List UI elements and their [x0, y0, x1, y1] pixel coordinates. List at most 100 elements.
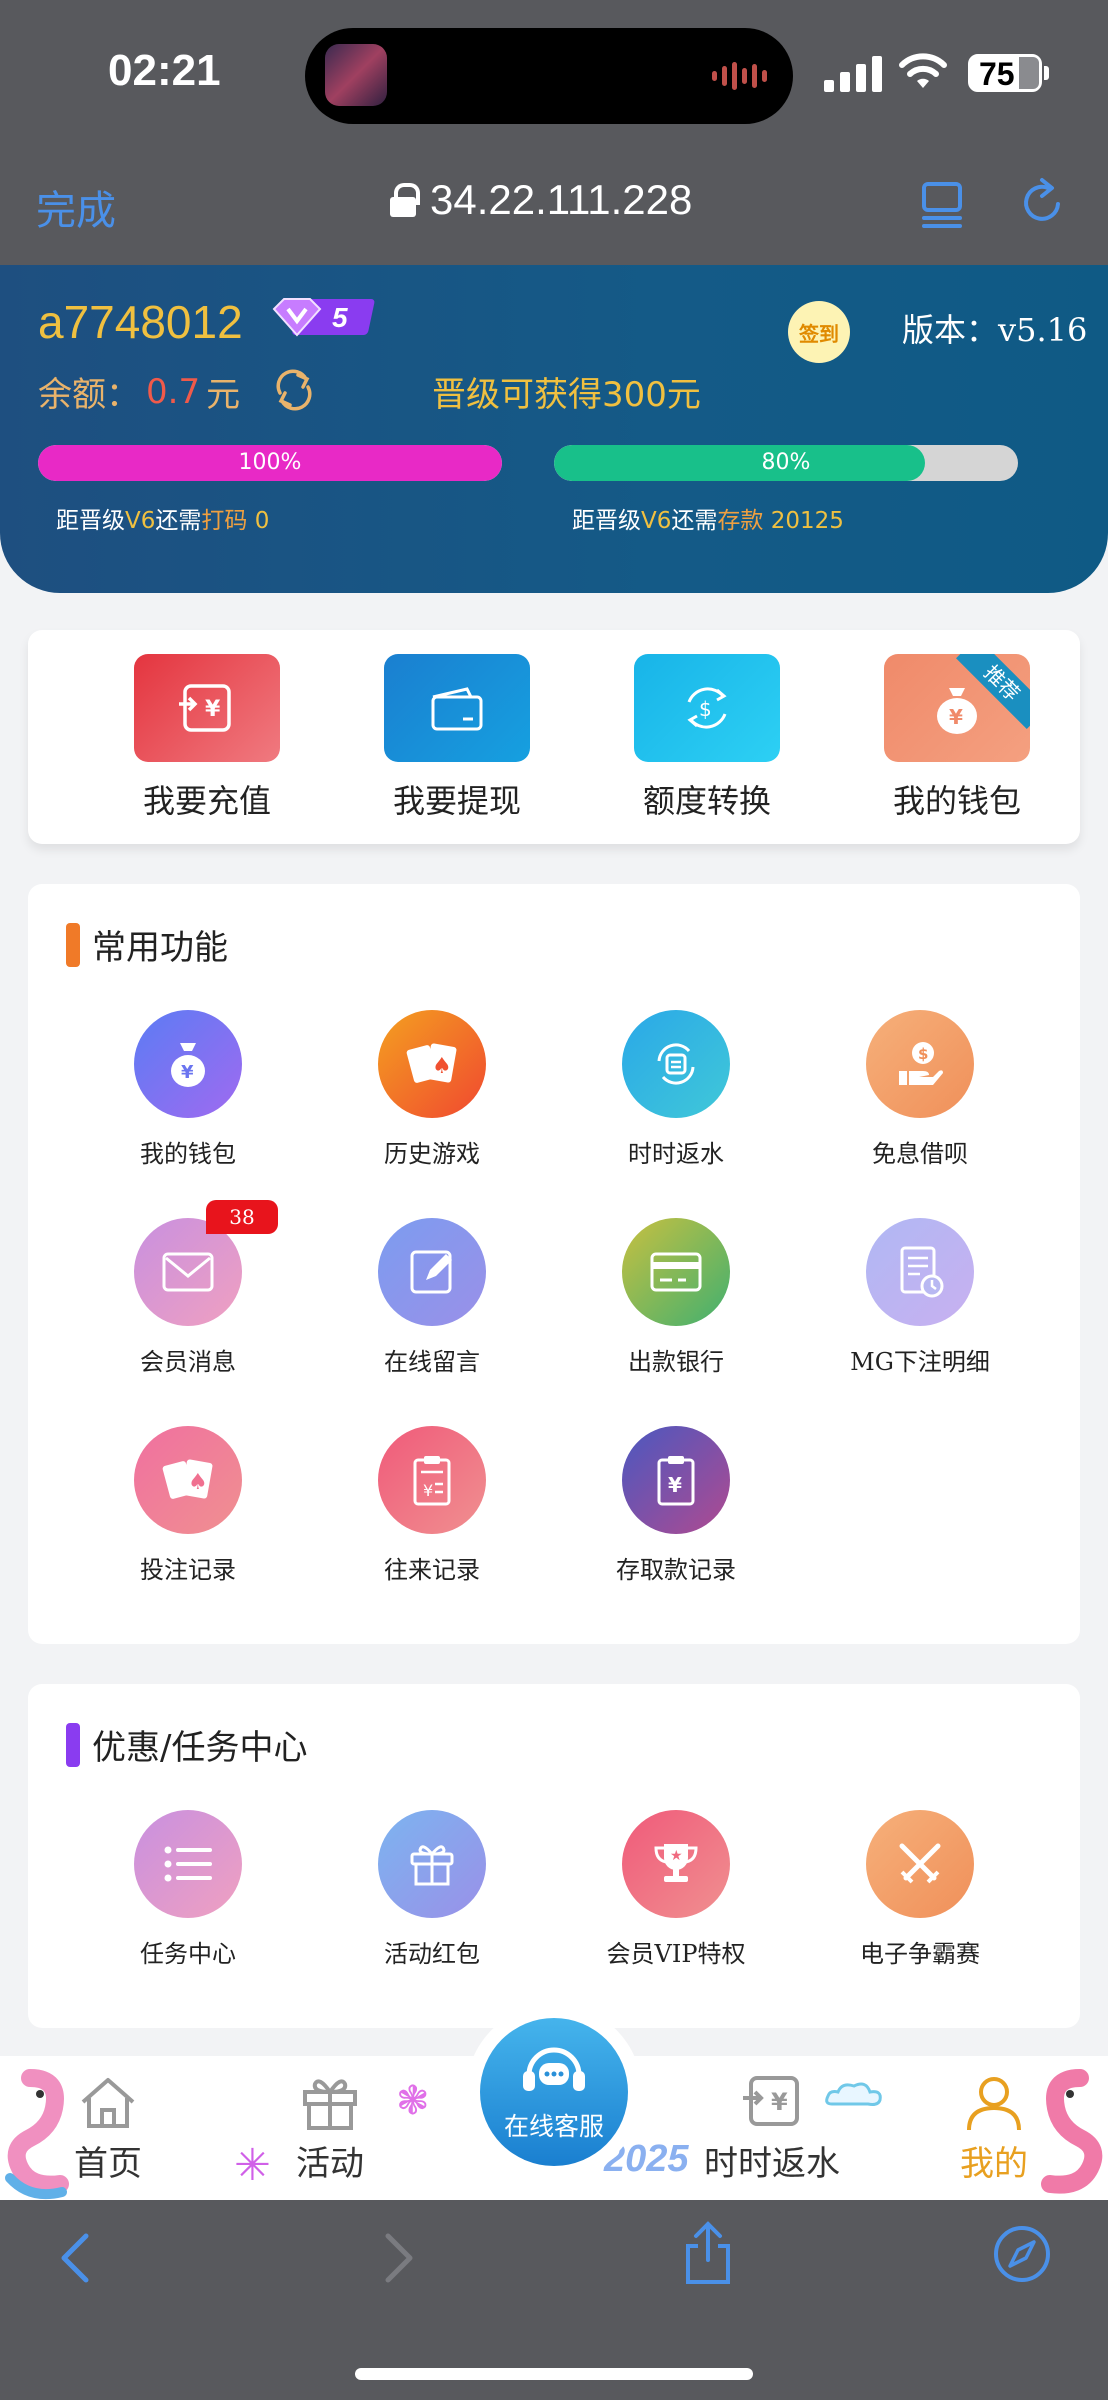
address-field[interactable]: 34.22.111.228 [390, 176, 692, 224]
status-time: 02:21 [108, 46, 221, 95]
reload-icon[interactable] [1018, 176, 1066, 228]
section-accent [66, 922, 80, 967]
money-bag-icon: ¥ 推荐 [884, 654, 1030, 762]
battery-icon: 75 [968, 54, 1042, 92]
grid-item-history-games[interactable]: ♠ 历史游戏 [332, 1010, 532, 1169]
tab-home[interactable]: 首页 [74, 2074, 142, 2185]
clipboard-yen-icon: ¥ [622, 1426, 730, 1534]
grid-item-loan[interactable]: $ 免息借呗 [820, 1010, 1020, 1169]
wallet-icon [384, 654, 530, 762]
svg-text:¥: ¥ [949, 705, 963, 729]
grid-item-wallet[interactable]: ¥ 我的钱包 [88, 1010, 288, 1169]
signal-icon [824, 56, 882, 92]
unread-badge: 38 [206, 1200, 278, 1234]
browser-toolbar [0, 2200, 1108, 2400]
grid-label: 在线留言 [384, 1348, 480, 1376]
refresh-balance-icon[interactable] [272, 369, 316, 411]
grid-label: 投注记录 [140, 1556, 236, 1584]
cards-icon: ♠ [134, 1426, 242, 1534]
note-prefix: 距晋级 [572, 508, 641, 534]
tab-rebate[interactable]: ¥ 时时返水 [704, 2074, 840, 2185]
grid-item-task-center[interactable]: 任务中心 [88, 1810, 288, 1969]
gift-icon [378, 1810, 486, 1918]
url-text: 34.22.111.228 [430, 176, 693, 223]
grid-item-deposit-withdraw-records[interactable]: ¥ 存取款记录 [576, 1426, 776, 1585]
progress-bar-deposit: 80% [554, 445, 1018, 481]
cards-icon: ♠ [378, 1010, 486, 1118]
grid-label: 时时返水 [628, 1140, 724, 1168]
headset-icon [523, 2047, 585, 2091]
transfer-icon: ¥ [743, 2076, 799, 2126]
customer-service-button[interactable]: 在线客服 [466, 2004, 642, 2180]
tab-activity[interactable]: 活动 [296, 2074, 364, 2185]
username: a7748012 [38, 296, 243, 348]
reader-icon[interactable] [920, 178, 964, 228]
forward-icon[interactable] [378, 2230, 418, 2286]
svg-text:¥: ¥ [181, 1062, 194, 1083]
svg-text:$: $ [699, 697, 712, 721]
grid-item-message-board[interactable]: 在线留言 [332, 1218, 532, 1377]
grid-label: 任务中心 [140, 1940, 236, 1968]
wifi-icon [899, 53, 947, 88]
note-kind: 打码 [201, 508, 248, 534]
withdraw-button[interactable]: 我要提现 [362, 654, 552, 822]
grid-label: 电子争霸赛 [860, 1940, 980, 1968]
bank-card-icon [622, 1218, 730, 1326]
grid-item-vip-privileges[interactable]: ★ 会员VIP特权 [576, 1810, 776, 1969]
common-functions-card: 常用功能 ¥ 我的钱包 ♠ 历史游戏 时时返水 $ 免息借呗 38 会员消息 在… [28, 884, 1080, 1644]
grid-item-bet-records[interactable]: ♠ 投注记录 [88, 1426, 288, 1585]
sparkle-icon: ❃ [396, 2078, 430, 2124]
grid-item-transactions[interactable]: ¥ 往来记录 [332, 1426, 532, 1585]
svg-text:¥: ¥ [771, 2088, 788, 2116]
tab-home-label: 首页 [74, 2144, 142, 2184]
done-button[interactable]: 完成 [36, 178, 116, 236]
grid-label: MG下注明细 [850, 1348, 990, 1376]
grid-item-mg-details[interactable]: MG下注明细 [820, 1218, 1020, 1377]
status-bar: 02:21 75 [0, 0, 1108, 150]
note-kind: 存款 [717, 508, 764, 534]
grid-label: 免息借呗 [872, 1140, 968, 1168]
transfer-icon: $ [634, 654, 780, 762]
cloud-icon [825, 2082, 882, 2106]
trophy-icon: ★ [622, 1810, 730, 1918]
upgrade-promo: 晋级可获得300元 [432, 375, 701, 415]
section-title: 常用功能 [66, 920, 228, 969]
vip-badge: 5 [272, 298, 375, 337]
grid-label: 存取款记录 [616, 1556, 736, 1584]
svg-text:$: $ [918, 1045, 928, 1063]
section-accent [66, 1722, 80, 1767]
progress-note-wager: 距晋级V6还需打码 0 [56, 501, 269, 535]
balance-label: 余额： [38, 375, 140, 415]
note-value: 0 [254, 508, 270, 534]
transfer-button[interactable]: $ 额度转换 [612, 654, 802, 822]
grid-label: 我的钱包 [140, 1140, 236, 1168]
my-wallet-button[interactable]: ¥ 推荐 我的钱包 [862, 654, 1052, 822]
back-icon[interactable] [56, 2230, 96, 2286]
grid-item-rebate[interactable]: 时时返水 [576, 1010, 776, 1169]
note-mid: 还需 [155, 508, 202, 534]
now-playing-thumbnail [325, 44, 387, 106]
balance-unit: 元 [206, 375, 241, 415]
list-icon [134, 1810, 242, 1918]
tab-mine-label: 我的 [960, 2144, 1028, 2184]
grid-label: 活动红包 [384, 1940, 480, 1968]
battery-level: 75 [979, 56, 1015, 92]
account-header: a7748012 5 签到 版本：v5.16 余额： 0.7 元 晋级可获得30… [0, 265, 1108, 593]
share-icon[interactable] [680, 2220, 736, 2286]
grid-item-esports[interactable]: 电子争霸赛 [820, 1810, 1020, 1969]
sparkle-icon: ✳ [234, 2140, 271, 2191]
section-title-text: 优惠/任务中心 [92, 1728, 308, 1768]
grid-item-messages[interactable]: 38 会员消息 [88, 1200, 288, 1377]
rebate-icon [622, 1010, 730, 1118]
compass-icon[interactable] [992, 2224, 1052, 2284]
deposit-button[interactable]: ¥ 我要充值 [112, 654, 302, 822]
tab-mine[interactable]: 我的 [960, 2074, 1028, 2185]
sign-in-button[interactable]: 签到 [788, 301, 850, 363]
crossed-swords-icon [866, 1810, 974, 1918]
progress-note-deposit: 距晋级V6还需存款 20125 [572, 501, 844, 535]
grid-label: 会员VIP特权 [606, 1940, 746, 1968]
grid-item-bank[interactable]: 出款银行 [576, 1218, 776, 1377]
section-title-text: 常用功能 [92, 928, 228, 968]
grid-item-red-packet[interactable]: 活动红包 [332, 1810, 532, 1969]
vip-level: 5 [332, 302, 348, 333]
